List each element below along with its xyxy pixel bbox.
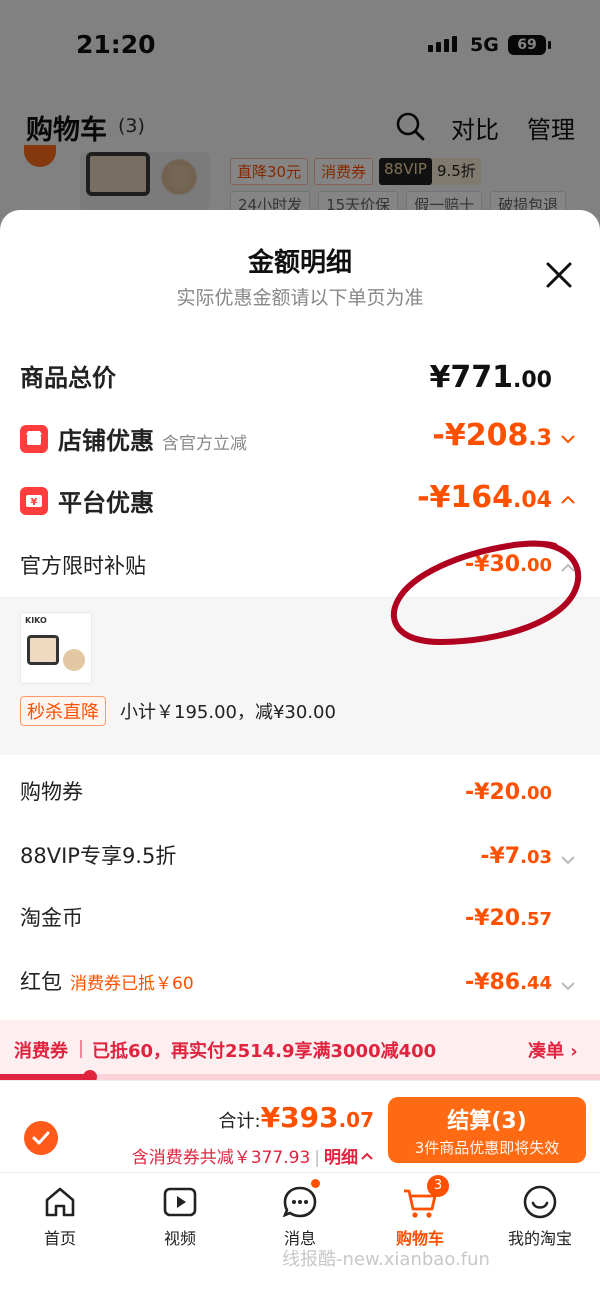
voucher-text: 已抵60，再实付2514.9享满3000减400 — [92, 1041, 437, 1062]
watermark: 线报酷-new.xianbao.fun — [282, 1249, 490, 1270]
modal-overlay[interactable] — [0, 0, 600, 230]
tab-home[interactable]: 首页 — [10, 1183, 110, 1249]
coupon-label: 购物券 — [20, 780, 83, 804]
bottom-tab-bar: 首页 视频 消息 3 购物车 我的淘宝 线报酷-new.xianbao.fun — [0, 1172, 600, 1300]
shop-icon — [20, 425, 48, 453]
unread-dot — [311, 1179, 320, 1188]
subsidy-product-box: KIKO 秒杀直降 小计￥195.00，减¥30.00 — [0, 597, 600, 755]
flash-sale-tag: 秒杀直降 — [20, 696, 106, 726]
vip-discount-value: -¥7.03 — [480, 844, 552, 869]
platform-discount-row[interactable]: ¥ 平台优惠 -¥164.04 — [0, 480, 600, 520]
subtotal-text: 小计￥195.00，减¥30.00 — [120, 702, 336, 723]
cart-badge: 3 — [427, 1175, 449, 1197]
close-icon[interactable] — [540, 256, 578, 294]
cart-page-background: 21:20 5G 69 购物车 (3) 对比 管理 直降30元 消费券 88VI… — [0, 0, 600, 230]
tab-cart[interactable]: 3 购物车 — [370, 1175, 470, 1249]
coupon-row: 购物券 -¥20.00 — [0, 776, 600, 810]
vip-discount-row[interactable]: 88VIP专享9.5折 -¥7.03 — [0, 840, 600, 874]
price-detail-sheet: 金额明细 实际优惠金额请以下单页为准 商品总价 ¥771.00 店铺优惠 含官方立… — [0, 210, 600, 1300]
chevron-up-icon[interactable] — [560, 492, 576, 508]
select-all-checkbox[interactable] — [24, 1121, 58, 1155]
shop-discount-row[interactable]: 店铺优惠 含官方立减 -¥208.3 — [0, 418, 600, 458]
taojinbi-label: 淘金币 — [20, 906, 83, 930]
subsidy-value: -¥30.00 — [465, 552, 552, 577]
subsidy-label: 官方限时补贴 — [20, 554, 146, 578]
red-packet-sub: 消费券已抵￥60 — [70, 974, 194, 994]
svg-text:¥: ¥ — [31, 497, 38, 508]
checkout-button[interactable]: 结算(3) 3件商品优惠即将失效 — [388, 1097, 586, 1163]
shop-discount-value: -¥208.3 — [432, 418, 552, 453]
chevron-up-icon — [361, 1152, 373, 1160]
tab-messages[interactable]: 消息 — [250, 1179, 350, 1249]
sheet-subtitle: 实际优惠金额请以下单页为准 — [176, 287, 424, 309]
home-icon — [41, 1183, 79, 1221]
checkout-button-sub: 3件商品优惠即将失效 — [414, 1139, 560, 1157]
vip-discount-label: 88VIP专享9.5折 — [20, 844, 177, 868]
chevron-down-icon[interactable] — [560, 431, 576, 447]
sheet-title: 金额明细 — [247, 248, 352, 278]
chevron-down-icon[interactable] — [560, 978, 576, 994]
check-icon — [32, 1131, 50, 1145]
product-brand: KIKO — [25, 616, 47, 625]
profile-icon — [521, 1183, 559, 1221]
product-thumbnail[interactable]: KIKO — [20, 612, 92, 684]
total-prefix: 合计: — [218, 1111, 261, 1132]
savings-text: 含消费券共减￥377.93 — [131, 1148, 311, 1168]
coupon-value: -¥20.00 — [465, 780, 552, 805]
red-packet-label: 红包 — [20, 970, 62, 994]
detail-link[interactable]: 明细 — [324, 1148, 358, 1168]
platform-icon: ¥ — [20, 487, 48, 515]
tab-video[interactable]: 视频 — [130, 1183, 230, 1249]
total-price-label: 商品总价 — [20, 364, 116, 392]
video-icon — [161, 1183, 199, 1221]
savings-line[interactable]: 含消费券共减￥377.93 | 明细 — [132, 1143, 374, 1168]
shop-discount-label: 店铺优惠 — [58, 427, 154, 455]
chevron-down-icon[interactable] — [560, 852, 576, 868]
message-icon — [281, 1179, 320, 1221]
total-amount: ¥393 — [260, 1101, 339, 1134]
add-items-link[interactable]: 凑单 › — [528, 1037, 578, 1063]
tab-profile[interactable]: 我的淘宝 — [490, 1183, 590, 1249]
red-packet-value: -¥86.44 — [465, 970, 552, 995]
total-price-value: ¥771.00 — [429, 360, 552, 395]
platform-discount-value: -¥164.04 — [417, 480, 552, 515]
chevron-up-icon[interactable] — [560, 560, 576, 576]
checkout-button-label: 结算(3) — [447, 1109, 527, 1134]
total-amount-decimal: .07 — [338, 1108, 374, 1132]
voucher-label: 消费券 — [14, 1041, 68, 1062]
taojinbi-row: 淘金币 -¥20.57 — [0, 902, 600, 936]
cart-icon: 3 — [401, 1175, 449, 1221]
shop-discount-sub: 含官方立减 — [162, 434, 247, 454]
total-line: 合计:¥393.07 — [219, 1101, 374, 1134]
subsidy-row[interactable]: 官方限时补贴 -¥30.00 — [0, 548, 600, 582]
taojinbi-value: -¥20.57 — [465, 906, 552, 931]
total-price-row: 商品总价 ¥771.00 — [0, 358, 600, 398]
checkout-bar: 合计:¥393.07 含消费券共减￥377.93 | 明细 结算(3) 3件商品优惠… — [0, 1080, 600, 1172]
red-packet-row[interactable]: 红包 消费券已抵￥60 -¥86.44 — [0, 966, 600, 1000]
platform-discount-label: 平台优惠 — [58, 489, 154, 517]
